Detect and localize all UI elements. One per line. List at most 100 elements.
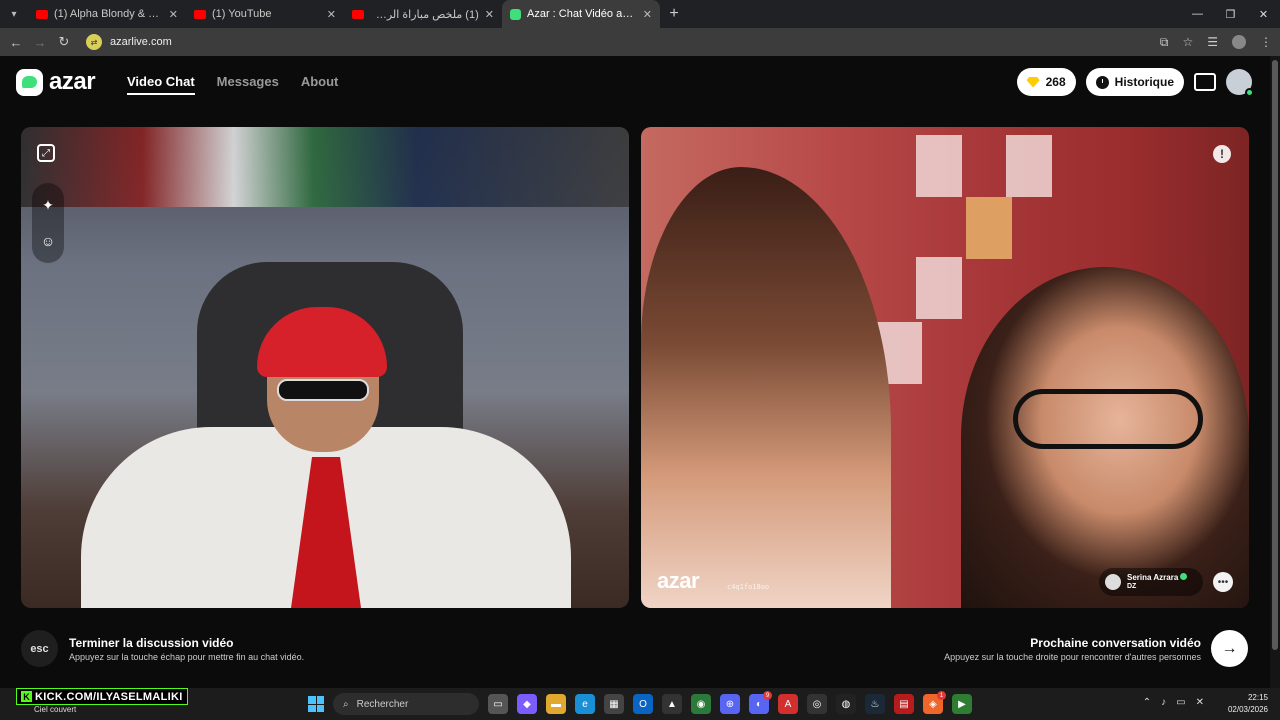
reading-list-icon[interactable]: ☰	[1207, 35, 1218, 49]
eyeglasses	[1013, 389, 1203, 449]
gem-icon	[1026, 76, 1040, 88]
gems-count: 268	[1045, 75, 1066, 89]
profile-icon[interactable]	[1232, 35, 1246, 49]
youtube-icon	[36, 9, 48, 19]
remote-user-country: DZ	[1127, 583, 1137, 591]
history-label: Historique	[1114, 75, 1174, 89]
chevron-up-icon[interactable]: ⌃	[1143, 697, 1151, 708]
chat-icon[interactable]: •••	[1213, 572, 1233, 592]
background-shelf	[21, 127, 629, 207]
history-button[interactable]: Historique	[1085, 68, 1184, 96]
close-icon[interactable]: ✕	[169, 8, 178, 21]
discord-icon[interactable]: ◐ 9	[749, 691, 772, 714]
taskbar-apps: ▭ ◆ ▬ e ▦ O ▲ ◉ ⊕ ◐ 9 A ◎ ◍ ♨ ▤ ◈ 1 ▶	[488, 691, 972, 714]
tab-title: (1) YouTube	[212, 8, 272, 20]
forward-icon[interactable]: →	[28, 35, 52, 50]
windows-start-icon[interactable]	[308, 696, 324, 712]
azar-watermark: azar	[657, 568, 700, 593]
remote-user-chip[interactable]: Serina Azrara DZ	[1099, 568, 1203, 596]
outlook-icon[interactable]: O	[633, 694, 653, 714]
maximize-icon[interactable]: ❐	[1214, 0, 1247, 28]
gamepad-icon[interactable]: ⊕	[720, 694, 740, 714]
next-chat-hint: Appuyez sur la touche droite pour rencon…	[944, 652, 1201, 662]
face-filter-icon[interactable]: ☺	[38, 231, 58, 251]
address-bar-actions: ⧉ ☆ ☰ ⋮	[1160, 28, 1272, 56]
task-view-icon[interactable]: ▭	[488, 694, 508, 714]
wall-drawing	[966, 197, 1012, 259]
wall-drawing	[916, 135, 962, 197]
steam-icon[interactable]: ♨	[865, 694, 885, 714]
tab-title: Azar : Chat Vidéo avec de	[527, 8, 637, 20]
app-icon[interactable]: ◍	[836, 694, 856, 714]
brave-icon[interactable]: ◈ 1	[923, 691, 946, 714]
more-menu-icon[interactable]: ⋮	[1260, 35, 1272, 49]
play-icon[interactable]: ▶	[952, 694, 972, 714]
search-placeholder: Rechercher	[356, 698, 409, 710]
end-chat-title: Terminer la discussion vidéo	[69, 636, 234, 650]
minimize-icon[interactable]: —	[1181, 0, 1214, 28]
azar-page: azar Video Chat Messages About 268 Histo…	[0, 56, 1280, 688]
end-chat-button[interactable]: esc	[21, 630, 58, 667]
store-icon[interactable]: ▦	[604, 694, 624, 714]
azar-logo[interactable]: azar	[16, 68, 96, 96]
taskbar-search[interactable]: ⌕ Rechercher	[333, 693, 479, 715]
verified-icon	[1180, 573, 1188, 581]
kick-url: KICK.COM/ILYASELMALIKI	[35, 690, 183, 703]
online-status-dot	[1245, 88, 1254, 97]
app-icon[interactable]: ◎	[807, 694, 827, 714]
display-icon[interactable]: ▭	[1176, 697, 1185, 708]
url-text: azarlive.com	[110, 36, 172, 48]
tab-azar[interactable]: Azar : Chat Vidéo avec de ✕	[502, 0, 660, 28]
file-explorer-icon[interactable]: ▬	[546, 694, 566, 714]
nav-about[interactable]: About	[301, 74, 339, 95]
window-controls: — ❐ ✕	[1181, 0, 1280, 28]
brave-badge: 1	[937, 691, 946, 700]
clock-icon	[1095, 75, 1109, 89]
weather-widget[interactable]: Ciel couvert	[34, 705, 76, 714]
app-icon[interactable]: ▲	[662, 694, 682, 714]
new-tab-button[interactable]: +	[660, 5, 688, 23]
effects-toolbar: ✦ ☺	[32, 183, 64, 263]
gems-button[interactable]: 268	[1016, 68, 1076, 96]
local-video: ⤢ ✦ ☺	[21, 127, 629, 608]
nav-messages[interactable]: Messages	[217, 74, 279, 95]
address-bar: ← → ↻ ⇄ azarlive.com ⧉ ☆ ☰ ⋮	[0, 28, 1280, 56]
report-icon[interactable]: !	[1213, 145, 1231, 163]
copilot-icon[interactable]: ◆	[517, 694, 537, 714]
tab-match-summary[interactable]: (1) ملخص مباراة الرجاء ضد حسنية ✕	[344, 0, 502, 28]
system-clock[interactable]: 22:15 02/03/2026	[1228, 692, 1268, 716]
back-icon[interactable]: ←	[4, 35, 28, 50]
site-info-icon[interactable]: ⇄	[86, 34, 102, 50]
youtube-icon	[194, 9, 206, 19]
tab-youtube[interactable]: (1) YouTube ✕	[186, 0, 344, 28]
close-icon[interactable]: ✕	[327, 8, 336, 21]
nav-video-chat[interactable]: Video Chat	[127, 74, 195, 95]
close-icon[interactable]: ✕	[485, 8, 494, 21]
speaker-muted-icon[interactable]: ✕	[1196, 697, 1204, 708]
edge-icon[interactable]: e	[575, 694, 595, 714]
microphone-icon[interactable]: ♪	[1161, 697, 1166, 708]
page-scrollbar[interactable]	[1270, 56, 1280, 688]
magic-wand-icon[interactable]: ✦	[38, 195, 58, 215]
header-actions: 268 Historique	[1016, 68, 1254, 97]
expand-icon[interactable]: ⤢	[37, 144, 55, 162]
reload-icon[interactable]: ↻	[52, 34, 76, 50]
close-icon[interactable]: ✕	[643, 8, 652, 21]
tab-alpha-blondy[interactable]: (1) Alpha Blondy & The Solar Sy ✕	[28, 0, 186, 28]
tab-title: (1) Alpha Blondy & The Solar Sy	[54, 8, 163, 20]
next-chat-button[interactable]: →	[1211, 630, 1248, 667]
inbox-icon[interactable]	[1194, 73, 1216, 91]
acrobat-icon[interactable]: A	[778, 694, 798, 714]
bookmark-star-icon[interactable]: ☆	[1182, 35, 1193, 49]
close-window-icon[interactable]: ✕	[1247, 0, 1280, 28]
remote-video: ! azar c4q1fo18oo Serina Azrara DZ •••	[641, 127, 1249, 608]
next-chat-title: Prochaine conversation vidéo	[1030, 636, 1201, 650]
install-app-icon[interactable]: ⧉	[1160, 35, 1169, 50]
app-icon[interactable]: ▤	[894, 694, 914, 714]
remote-person-left	[641, 167, 891, 608]
tab-search-icon[interactable]: ▾	[0, 0, 28, 28]
url-field[interactable]: ⇄ azarlive.com	[86, 32, 1136, 52]
chrome-icon[interactable]: ◉	[691, 694, 711, 714]
remote-user-name: Serina Azrara	[1127, 573, 1179, 583]
user-avatar[interactable]	[1226, 69, 1254, 97]
